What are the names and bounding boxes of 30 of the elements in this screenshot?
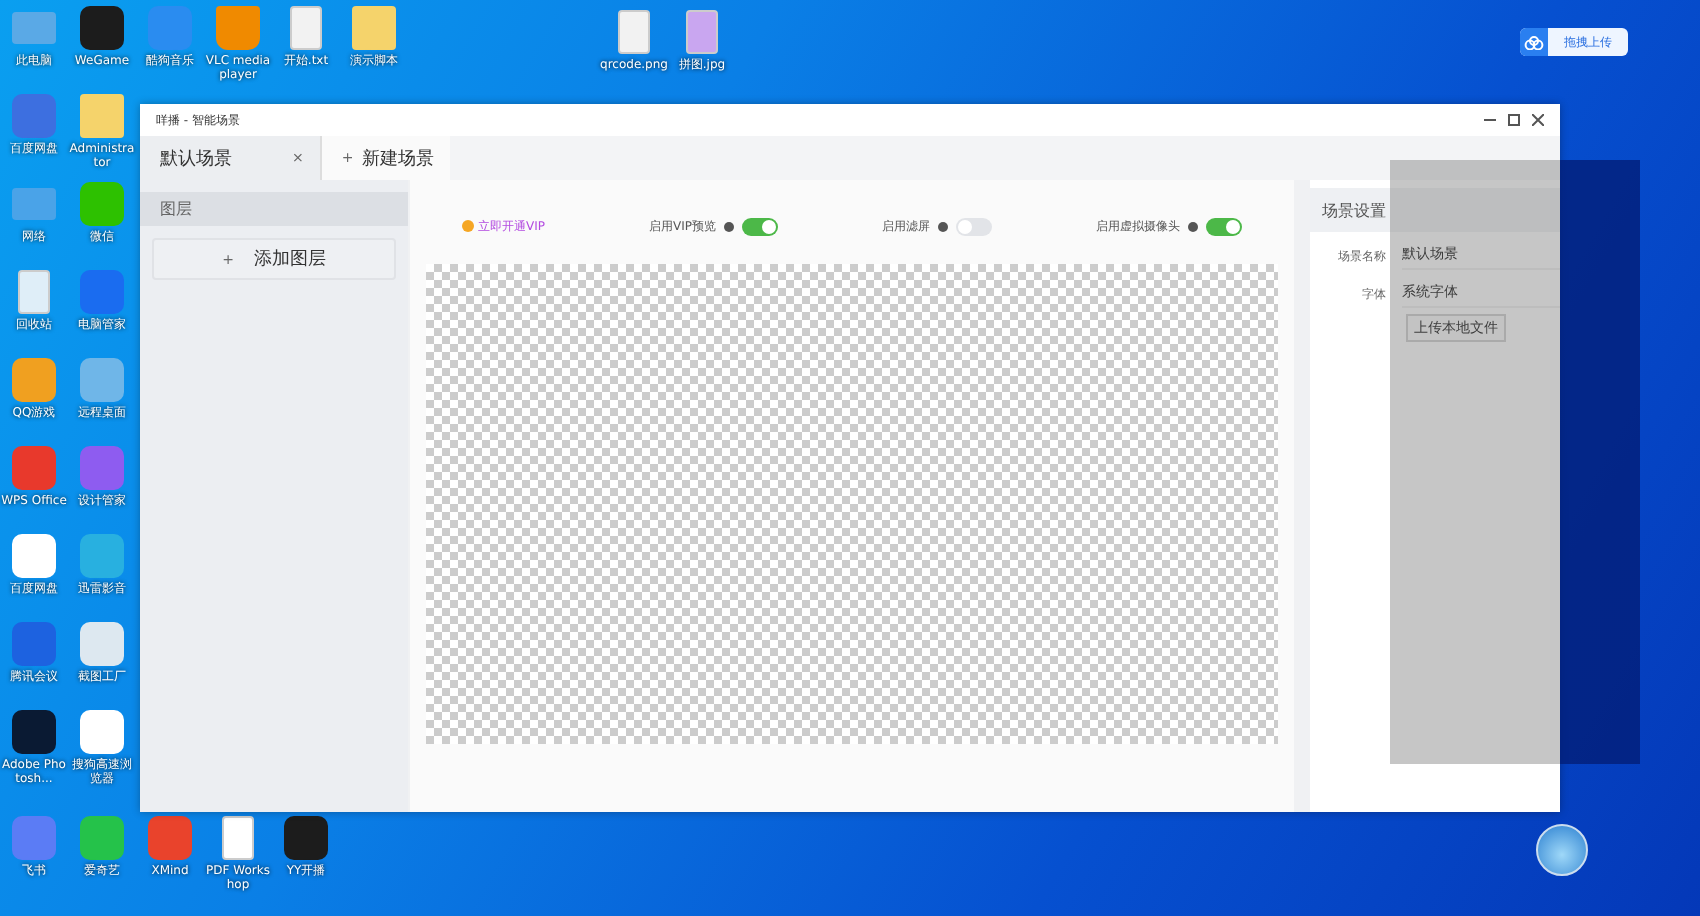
app-icon[interactable] <box>80 710 124 754</box>
file-icon[interactable] <box>290 6 322 50</box>
maximize-icon[interactable] <box>1508 114 1520 126</box>
minimize-icon[interactable] <box>1484 114 1496 126</box>
app-icon[interactable] <box>80 6 124 50</box>
toggle-switch[interactable] <box>956 217 992 235</box>
file-icon[interactable] <box>686 10 718 54</box>
orb-icon[interactable] <box>1536 824 1588 876</box>
computer-icon[interactable] <box>12 188 56 220</box>
help-icon <box>938 221 948 231</box>
panel-header: 场景设置 <box>1310 188 1560 232</box>
toggle-switch[interactable] <box>1206 217 1242 235</box>
app-icon[interactable] <box>12 534 56 578</box>
file-icon[interactable] <box>18 270 50 314</box>
tab-label: 新建场景 <box>361 147 434 171</box>
app-icon[interactable] <box>12 710 56 754</box>
cloud-icon <box>1524 35 1544 49</box>
help-icon <box>724 221 734 231</box>
panel-header: 图层 <box>140 192 408 226</box>
toggle-switch[interactable] <box>742 217 778 235</box>
tab-label: 默认场景 <box>160 147 232 171</box>
file-icon[interactable] <box>222 816 254 860</box>
close-icon[interactable] <box>1532 114 1544 126</box>
computer-icon[interactable] <box>12 12 56 44</box>
folder-icon[interactable] <box>80 94 124 138</box>
help-icon <box>1188 221 1198 231</box>
app-icon[interactable] <box>284 816 328 860</box>
folder-icon[interactable] <box>352 6 396 50</box>
app-icon[interactable] <box>80 622 124 666</box>
file-icon[interactable] <box>618 10 650 54</box>
